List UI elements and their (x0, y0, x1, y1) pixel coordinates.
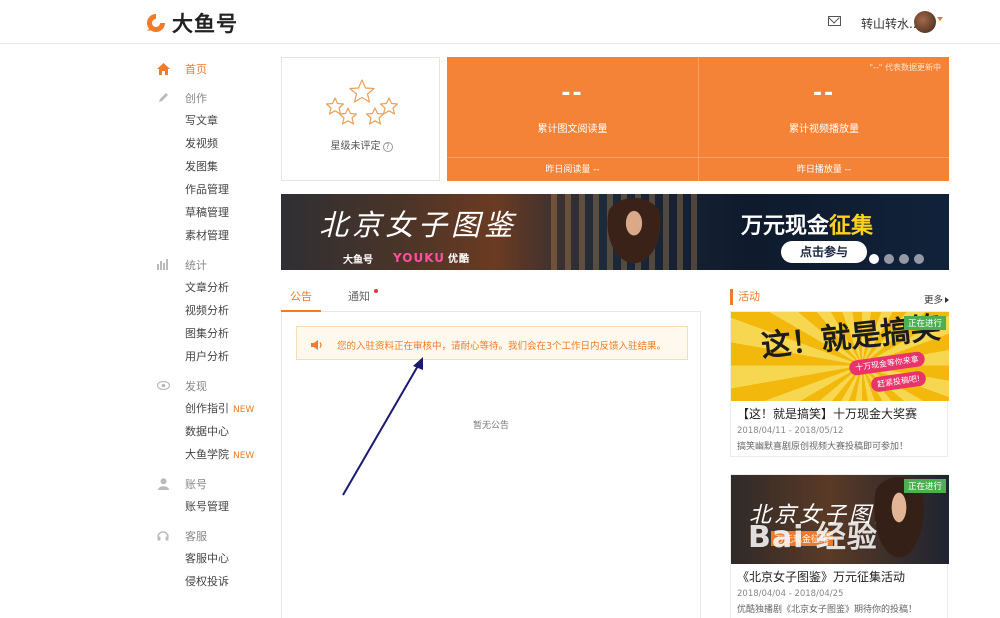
sidebar-item-post-gallery[interactable]: 发图集 (150, 155, 270, 178)
top-header: 大鱼号 转山转水... (0, 0, 1000, 44)
activity-image: 这！就是搞笑 十万现金等你来拿 赶紧投稿吧! 正在进行 (731, 312, 949, 401)
stat-yesterday: 昨日阅读量 -- (447, 157, 698, 181)
avatar[interactable] (914, 11, 936, 33)
tab-announcement[interactable]: 公告 (281, 288, 321, 312)
activity-date: 2018/04/04 - 2018/04/25 (737, 589, 844, 599)
sidebar-group-title: 客服 (150, 524, 270, 547)
help-icon[interactable]: ? (382, 142, 393, 152)
rating-label: 星级未评定? (282, 137, 441, 152)
tab-bar: 公告 通知 (281, 288, 701, 312)
sidebar-item-data-center[interactable]: 数据中心 (150, 420, 270, 443)
sidebar-item-article-analysis[interactable]: 文章分析 (150, 276, 270, 299)
stat-value: -- (561, 81, 584, 106)
carousel-dots (869, 254, 924, 264)
sidebar-item-complaint[interactable]: 侵权投诉 (150, 570, 270, 593)
sidebar-item-gallery-analysis[interactable]: 图集分析 (150, 322, 270, 345)
banner-headline: 万元现金征集 (741, 214, 874, 239)
stat-yesterday: 昨日播放量 -- (699, 157, 949, 181)
sidebar-item-write-article[interactable]: 写文章 (150, 109, 270, 132)
rating-card: 星级未评定? (281, 57, 440, 181)
stat-video-plays: "--" 代表数据更新中 -- 累计视频播放量 昨日播放量 -- (698, 57, 949, 181)
more-link[interactable]: 更多 (924, 292, 949, 306)
sidebar: 首页 创作 写文章 发视频 发图集 作品管理 草稿管理 素材管理 统计 文章分析… (150, 55, 270, 593)
user-icon (156, 477, 170, 491)
fish-logo-icon (145, 12, 167, 34)
sidebar-group-title: 统计 (150, 253, 270, 276)
stat-article-reads: -- 累计图文阅读量 昨日阅读量 -- (447, 57, 698, 181)
carousel-dot[interactable] (884, 254, 894, 264)
sidebar-item-service-center[interactable]: 客服中心 (150, 547, 270, 570)
annotation-arrow (342, 357, 423, 496)
activity-title[interactable]: 《北京女子图鉴》万元征集活动 (731, 564, 947, 585)
sidebar-item-materials[interactable]: 素材管理 (150, 224, 270, 247)
new-badge: NEW (233, 405, 255, 415)
activity-title[interactable]: 【这！就是搞笑】十万现金大奖赛 (731, 401, 947, 422)
sidebar-group-title: 创作 (150, 86, 270, 109)
activity-desc: 搞笑幽默喜剧原创视频大赛投稿即可参加！ (737, 442, 909, 452)
status-badge: 正在进行 (903, 479, 946, 493)
tab-notice[interactable]: 通知 (348, 288, 378, 312)
unread-dot (374, 289, 378, 293)
sidebar-group-discover: 发现 创作指引 NEW 数据中心 大鱼学院 NEW (150, 374, 270, 466)
brand-name: 大鱼号 (172, 12, 238, 36)
status-badge: 正在进行 (903, 316, 946, 330)
chevron-down-icon[interactable] (937, 17, 943, 21)
activity-date: 2018/04/11 - 2018/05/12 (737, 426, 844, 436)
sidebar-group-service: 客服 客服中心 侵权投诉 (150, 524, 270, 593)
pen-icon (156, 91, 170, 105)
carousel-dot[interactable] (869, 254, 879, 264)
new-badge: NEW (233, 451, 255, 461)
stats-panel: -- 累计图文阅读量 昨日阅读量 -- "--" 代表数据更新中 -- 累计视频… (447, 57, 949, 181)
sidebar-item-works[interactable]: 作品管理 (150, 178, 270, 201)
bar-chart-icon (156, 258, 170, 272)
activities-title: 活动 (730, 289, 760, 305)
speaker-icon (311, 339, 323, 353)
sidebar-item-drafts[interactable]: 草稿管理 (150, 201, 270, 224)
stat-update-note: "--" 代表数据更新中 (869, 63, 941, 72)
eye-icon (156, 379, 170, 393)
activity-card[interactable]: 这！就是搞笑 十万现金等你来拿 赶紧投稿吧! 正在进行 【这！就是搞笑】十万现金… (730, 311, 949, 457)
sidebar-item-account-manage[interactable]: 账号管理 (150, 495, 270, 518)
promo-banner[interactable]: 北京女子图鉴 大鱼号 YOUKU 优酷 万元现金征集 点击参与 (281, 194, 949, 270)
sidebar-item-guide[interactable]: 创作指引 NEW (150, 397, 270, 420)
sidebar-item-video-analysis[interactable]: 视频分析 (150, 299, 270, 322)
mail-icon[interactable] (828, 16, 841, 26)
banner-brand-youku: YOUKU 优酷 (393, 251, 471, 265)
sidebar-home-label: 首页 (185, 62, 207, 76)
sidebar-group-account: 账号 账号管理 (150, 472, 270, 518)
headset-icon (156, 529, 170, 543)
carousel-dot[interactable] (914, 254, 924, 264)
banner-portrait (603, 198, 665, 270)
sidebar-group-title: 账号 (150, 472, 270, 495)
sidebar-item-post-video[interactable]: 发视频 (150, 132, 270, 155)
banner-cta-button[interactable]: 点击参与 (781, 241, 867, 263)
brand-logo[interactable]: 大鱼号 (145, 8, 238, 38)
sidebar-group-title: 发现 (150, 374, 270, 397)
sidebar-group-stats: 统计 文章分析 视频分析 图集分析 用户分析 (150, 253, 270, 368)
banner-title: 北京女子图鉴 (319, 208, 518, 242)
sidebar-item-user-analysis[interactable]: 用户分析 (150, 345, 270, 368)
stat-value: -- (812, 81, 836, 106)
baidu-watermark: Bai 经验 (748, 520, 878, 555)
home-icon (156, 62, 170, 76)
stars-icon (322, 78, 402, 128)
sidebar-item-academy[interactable]: 大鱼学院 NEW (150, 443, 270, 466)
sidebar-group-create: 创作 写文章 发视频 发图集 作品管理 草稿管理 素材管理 (150, 86, 270, 247)
stat-label: 累计图文阅读量 (537, 124, 608, 135)
stat-label: 累计视频播放量 (789, 124, 859, 135)
username[interactable]: 转山转水... (861, 15, 920, 32)
sidebar-item-home[interactable]: 首页 (150, 57, 270, 80)
banner-brand-dayu: 大鱼号 (343, 255, 373, 266)
carousel-dot[interactable] (899, 254, 909, 264)
activity-desc: 优酷独播剧《北京女子图鉴》期待你的投稿！ (737, 605, 918, 615)
